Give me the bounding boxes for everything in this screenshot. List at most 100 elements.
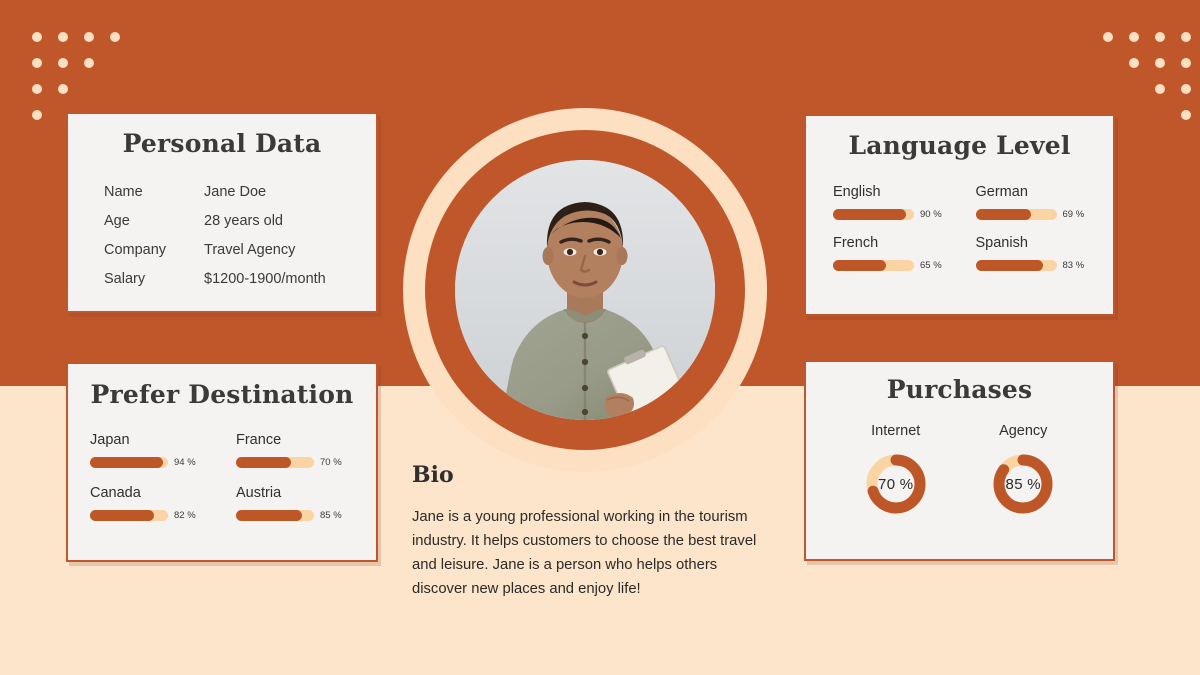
bar-row: 90 % (833, 209, 949, 220)
personal-data-value: Jane Doe (204, 184, 267, 200)
dot-empty (1103, 84, 1113, 94)
purchase-item-internet: Internet 70 % (863, 423, 929, 517)
bar-percent: 83 % (1062, 260, 1085, 271)
bio-section: Bio Jane is a young professional working… (412, 462, 764, 601)
dot (58, 32, 68, 42)
dot-empty (1129, 84, 1139, 94)
bar-percent: 82 % (174, 510, 196, 521)
table-row: Salary $1200-1900/month (104, 271, 326, 300)
bar-row: 85 % (236, 510, 358, 521)
language-item-spanish: Spanish 83 % (975, 235, 1092, 271)
personal-data-label: Age (104, 213, 130, 229)
purchase-item-agency: Agency 85 % (990, 423, 1056, 517)
dot (58, 84, 68, 94)
progress-track (833, 209, 914, 220)
language-item-english: English 90 % (833, 184, 949, 220)
bar-label: English (833, 184, 881, 200)
personal-data-label: Name (104, 184, 143, 200)
dot-empty (1155, 110, 1165, 120)
progress-fill (975, 209, 1032, 220)
donut-value: 85 % (1005, 475, 1041, 493)
progress-track (833, 260, 914, 271)
prefer-destination-title: Prefer Destination (90, 380, 354, 409)
dot-empty (1129, 110, 1139, 120)
dot-empty (1103, 58, 1113, 68)
bar-row: 83 % (975, 260, 1092, 271)
language-item-german: German 69 % (975, 184, 1092, 220)
dot (1103, 32, 1113, 42)
dot (1129, 58, 1139, 68)
decorative-dots-left (32, 32, 120, 120)
personal-data-card: Personal Data Name Jane Doe Age 28 years… (66, 112, 378, 313)
destination-item-france: France 70 % (236, 432, 358, 468)
infographic-canvas: Personal Data Name Jane Doe Age 28 years… (0, 0, 1200, 675)
portrait-frame (403, 108, 767, 472)
table-row: Name Jane Doe (104, 184, 326, 213)
prefer-destination-bars: Japan 94 % France 70 % Canada 82 % Austr… (68, 409, 376, 521)
language-level-card: Language Level English 90 % German 69 % (804, 114, 1115, 316)
bar-percent: 94 % (174, 457, 196, 468)
donut-chart-internet: 70 % (863, 451, 929, 517)
dot (84, 58, 94, 68)
bar-label: German (975, 184, 1028, 200)
dot (32, 110, 42, 120)
bar-percent: 85 % (320, 510, 342, 521)
bar-row: 69 % (975, 209, 1092, 220)
bar-percent: 70 % (320, 457, 342, 468)
table-row: Company Travel Agency (104, 242, 326, 271)
bar-row: 94 % (90, 457, 212, 468)
dot (32, 32, 42, 42)
donut-label: Internet (871, 423, 921, 439)
dot-empty (84, 84, 94, 94)
bio-text: Jane is a young professional working in … (412, 509, 757, 598)
bar-row: 82 % (90, 510, 212, 521)
bar-label: Japan (90, 432, 130, 448)
dot (32, 84, 42, 94)
progress-track (236, 510, 314, 521)
dot (84, 32, 94, 42)
destination-item-austria: Austria 85 % (236, 485, 358, 521)
bar-percent: 90 % (920, 209, 942, 220)
personal-data-title: Personal Data (122, 129, 322, 158)
personal-data-label: Salary (104, 271, 146, 287)
purchases-donuts: Internet 70 % Agency 85 % (806, 404, 1113, 517)
progress-fill (236, 510, 303, 521)
personal-data-table: Name Jane Doe Age 28 years old Company T… (104, 184, 326, 300)
dot (1181, 84, 1191, 94)
dot (1129, 32, 1139, 42)
dot (1155, 84, 1165, 94)
bar-percent: 65 % (920, 260, 942, 271)
portrait-illustration (455, 160, 715, 420)
dot (1155, 58, 1165, 68)
bar-label: Austria (236, 485, 282, 501)
table-row: Age 28 years old (104, 213, 326, 242)
dot (58, 58, 68, 68)
personal-data-value: $1200-1900/month (204, 271, 326, 287)
bar-percent: 69 % (1062, 209, 1085, 220)
purchases-card: Purchases Internet 70 % Agency 85 % (804, 360, 1115, 561)
bar-row: 70 % (236, 457, 358, 468)
bar-row: 65 % (833, 260, 949, 271)
bar-label: France (236, 432, 282, 448)
progress-track (90, 457, 168, 468)
progress-fill (833, 209, 906, 220)
progress-fill (90, 510, 154, 521)
bar-label: Spanish (975, 235, 1028, 251)
dot-empty (110, 58, 120, 68)
portrait-photo (455, 160, 715, 420)
progress-fill (833, 260, 886, 271)
dot (32, 58, 42, 68)
progress-track (975, 260, 1057, 271)
personal-data-label: Company (104, 242, 167, 258)
destination-item-japan: Japan 94 % (90, 432, 212, 468)
donut-label: Agency (999, 423, 1048, 439)
dot (1181, 32, 1191, 42)
destination-item-canada: Canada 82 % (90, 485, 212, 521)
bar-label: French (833, 235, 879, 251)
bar-label: Canada (90, 485, 141, 501)
progress-fill (236, 457, 291, 468)
purchases-title: Purchases (886, 375, 1033, 404)
donut-value: 70 % (878, 475, 914, 493)
progress-track (975, 209, 1057, 220)
dot (1155, 32, 1165, 42)
